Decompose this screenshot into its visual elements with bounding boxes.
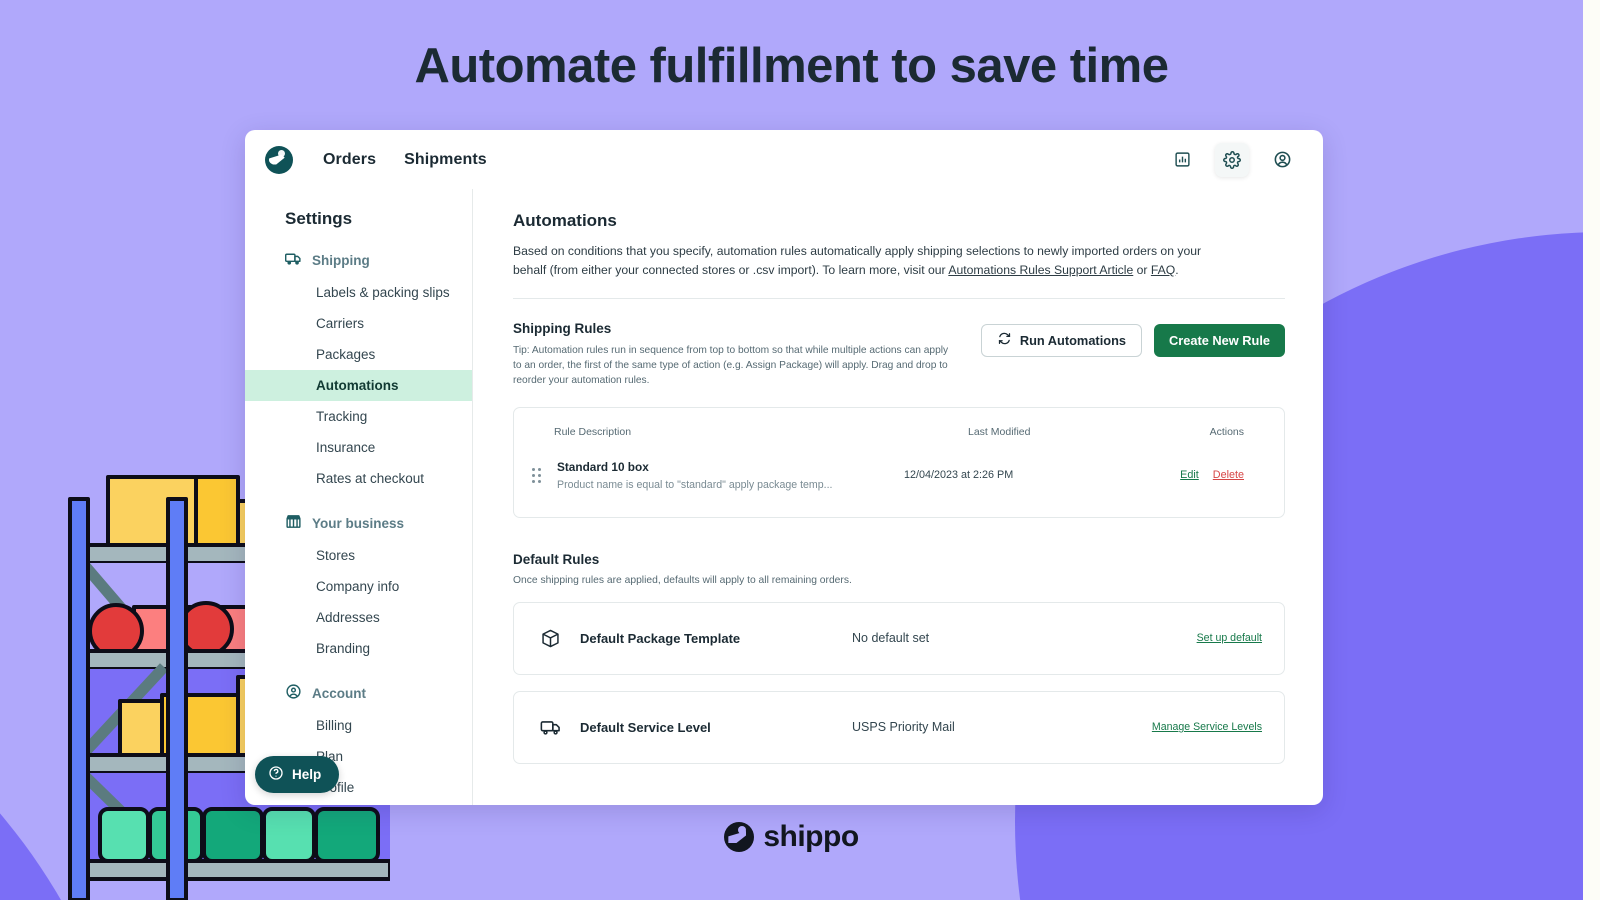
app-body: Settings Shipping Labels & packing slips… bbox=[245, 189, 1323, 805]
shipping-rules-text: Shipping Rules Tip: Automation rules run… bbox=[513, 321, 981, 389]
page-right-margin bbox=[1583, 0, 1600, 900]
help-button-label: Help bbox=[292, 767, 321, 782]
store-icon bbox=[285, 513, 302, 533]
sidebar-item-packages[interactable]: Packages bbox=[245, 339, 472, 370]
topbar-actions bbox=[1165, 143, 1299, 177]
page-title: Automations bbox=[513, 211, 1285, 231]
truck-icon bbox=[540, 716, 580, 738]
sidebar-item-rates-at-checkout[interactable]: Rates at checkout bbox=[245, 463, 472, 494]
column-header-actions: Actions bbox=[1196, 426, 1244, 438]
table-row[interactable]: Standard 10 box Product name is equal to… bbox=[514, 438, 1284, 517]
default-service-level-row: Default Service Level USPS Priority Mail… bbox=[513, 691, 1285, 764]
edit-rule-link[interactable]: Edit bbox=[1180, 469, 1199, 481]
main-content: Automations Based on conditions that you… bbox=[473, 189, 1323, 805]
page-description-mid: or bbox=[1133, 263, 1151, 277]
shipping-rules-header: Shipping Rules Tip: Automation rules run… bbox=[513, 321, 1285, 389]
sidebar-item-company-info[interactable]: Company info bbox=[245, 571, 472, 602]
create-new-rule-button[interactable]: Create New Rule bbox=[1154, 324, 1285, 357]
package-icon bbox=[540, 628, 580, 649]
create-new-rule-label: Create New Rule bbox=[1169, 333, 1270, 348]
rule-summary: Product name is equal to "standard" appl… bbox=[557, 479, 904, 491]
shipping-rules-card: Rule Description Last Modified Actions S… bbox=[513, 407, 1285, 518]
delete-rule-link[interactable]: Delete bbox=[1213, 469, 1244, 481]
account-circle-icon bbox=[285, 683, 302, 703]
rule-name: Standard 10 box bbox=[557, 460, 904, 474]
column-header-rule-description: Rule Description bbox=[554, 426, 968, 438]
sidebar-item-tracking[interactable]: Tracking bbox=[245, 401, 472, 432]
run-automations-button[interactable]: Run Automations bbox=[981, 324, 1142, 357]
refresh-icon bbox=[997, 331, 1012, 349]
nav-item-orders[interactable]: Orders bbox=[323, 151, 376, 169]
sidebar-group-label: Shipping bbox=[312, 253, 370, 268]
sidebar-item-billing[interactable]: Billing bbox=[245, 710, 472, 741]
sidebar-spacer-2 bbox=[245, 664, 472, 676]
sidebar-item-labels-packing-slips[interactable]: Labels & packing slips bbox=[245, 277, 472, 308]
sidebar-item-branding[interactable]: Branding bbox=[245, 633, 472, 664]
sidebar-group-label: Your business bbox=[312, 516, 404, 531]
automations-support-article-link[interactable]: Automations Rules Support Article bbox=[948, 263, 1133, 277]
set-up-default-link[interactable]: Set up default bbox=[1197, 632, 1262, 644]
rules-table-header: Rule Description Last Modified Actions bbox=[514, 408, 1284, 438]
primary-nav: Orders Shipments bbox=[323, 151, 487, 169]
app-window: Orders Shipments bbox=[245, 130, 1323, 805]
settings-sidebar: Settings Shipping Labels & packing slips… bbox=[245, 189, 473, 805]
shipping-rules-tip: Tip: Automation rules run in sequence fr… bbox=[513, 343, 951, 389]
account-icon[interactable] bbox=[1265, 143, 1299, 177]
sidebar-item-insurance[interactable]: Insurance bbox=[245, 432, 472, 463]
page-description-end: . bbox=[1175, 263, 1178, 277]
sidebar-group-your-business[interactable]: Your business bbox=[245, 506, 472, 540]
page-headline: Automate fulfillment to save time bbox=[0, 38, 1583, 94]
gear-icon[interactable] bbox=[1215, 143, 1249, 177]
drag-handle-icon[interactable] bbox=[532, 468, 548, 483]
sidebar-spacer-1 bbox=[245, 494, 472, 506]
app-topbar: Orders Shipments bbox=[245, 130, 1323, 189]
reports-icon[interactable] bbox=[1165, 143, 1199, 177]
rule-description-cell: Standard 10 box Product name is equal to… bbox=[557, 460, 904, 491]
column-header-last-modified: Last Modified bbox=[968, 426, 1196, 438]
shippo-wordmark: shippo bbox=[763, 820, 858, 854]
default-rules-title: Default Rules bbox=[513, 552, 1285, 567]
rule-actions: Edit Delete bbox=[1132, 469, 1244, 481]
faq-link[interactable]: FAQ bbox=[1151, 263, 1175, 277]
default-package-template-label: Default Package Template bbox=[580, 631, 852, 646]
shipping-rules-actions: Run Automations Create New Rule bbox=[981, 321, 1285, 357]
default-service-level-label: Default Service Level bbox=[580, 720, 852, 735]
nav-item-shipments[interactable]: Shipments bbox=[404, 151, 487, 169]
truck-icon bbox=[285, 250, 302, 270]
sidebar-group-label: Account bbox=[312, 686, 366, 701]
shipping-rules-title: Shipping Rules bbox=[513, 321, 951, 336]
run-automations-label: Run Automations bbox=[1020, 333, 1126, 348]
sidebar-item-stores[interactable]: Stores bbox=[245, 540, 472, 571]
section-divider bbox=[513, 298, 1285, 299]
default-service-level-value: USPS Priority Mail bbox=[852, 720, 1152, 734]
default-package-template-value: No default set bbox=[852, 631, 1197, 645]
shippo-logo-icon bbox=[724, 822, 754, 852]
help-circle-icon bbox=[268, 765, 284, 784]
sidebar-item-addresses[interactable]: Addresses bbox=[245, 602, 472, 633]
manage-service-levels-link[interactable]: Manage Service Levels bbox=[1152, 721, 1262, 733]
sidebar-item-automations[interactable]: Automations bbox=[245, 370, 472, 401]
shippo-logo-icon[interactable] bbox=[265, 146, 293, 174]
default-rules-description: Once shipping rules are applied, default… bbox=[513, 575, 1285, 586]
sidebar-item-users[interactable]: Users bbox=[245, 803, 472, 805]
default-package-template-row: Default Package Template No default set … bbox=[513, 602, 1285, 675]
help-button[interactable]: Help bbox=[255, 756, 339, 793]
sidebar-title: Settings bbox=[245, 209, 472, 243]
sidebar-group-account[interactable]: Account bbox=[245, 676, 472, 710]
page-description: Based on conditions that you specify, au… bbox=[513, 242, 1213, 280]
sidebar-item-carriers[interactable]: Carriers bbox=[245, 308, 472, 339]
footer-branding: shippo bbox=[0, 820, 1583, 854]
rule-last-modified: 12/04/2023 at 2:26 PM bbox=[904, 469, 1132, 481]
sidebar-group-shipping[interactable]: Shipping bbox=[245, 243, 472, 277]
